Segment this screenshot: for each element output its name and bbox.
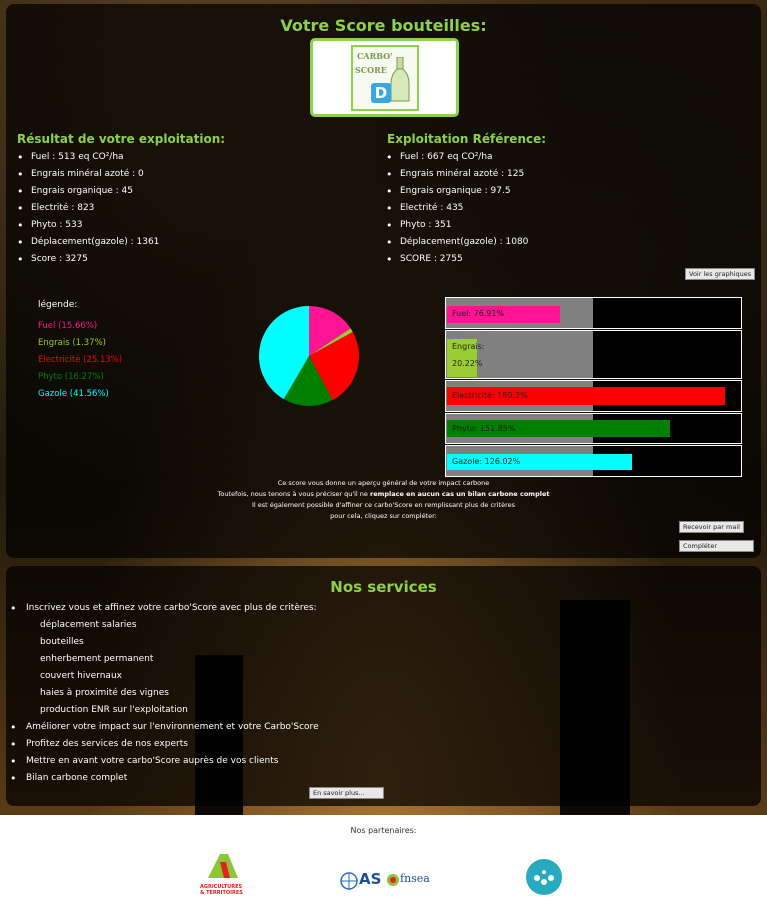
services-title: Nos services [330, 578, 437, 596]
bar-row: Phyto: 151.85% [445, 413, 742, 444]
as-fnsea-logo[interactable]: AS fnsea [340, 870, 430, 894]
show-charts-button[interactable]: Voir les graphiques [685, 268, 756, 280]
list-item: Phyto : 533 [17, 217, 159, 234]
list-item: Engrais minéral azoté : 125 [386, 166, 528, 183]
bar-row: Engrais: 20.22% [445, 330, 742, 379]
list-item: Engrais organique : 45 [17, 183, 159, 200]
legend-item: Electricité (25.13%) [38, 355, 123, 365]
legend-item: Gazole (41.56%) [38, 389, 109, 399]
note-text: Toutefois, nous tenons à vous préciser q… [217, 490, 370, 498]
legend-title: légende: [38, 300, 78, 310]
list-item: Electrité : 823 [17, 200, 159, 217]
partners-footer: Nos partenaires: AGRICULTURES & TERRITOI… [0, 815, 767, 908]
list-subitem: déplacement salaries [40, 620, 137, 630]
legend-item: Fuel (15.66%) [38, 321, 98, 331]
logo-text: SCORE [355, 65, 387, 75]
bar-label: Phyto: 151.85% [452, 424, 516, 433]
list-item: Engrais organique : 97.5 [386, 183, 528, 200]
note-emphasis: remplace en aucun cas un bilan carbone c… [369, 490, 550, 498]
note-line: pour cela, cliquez sur compléter: [330, 512, 437, 520]
score-grade: D [371, 83, 391, 103]
complete-button[interactable]: Compléter [679, 540, 754, 552]
network-icon [526, 859, 562, 895]
agricultures-territoires-logo[interactable]: AGRICULTURES & TERRITOIRES [200, 850, 250, 902]
bar-label: 20.22% [452, 359, 483, 368]
fnsea-text: fnsea [400, 872, 430, 885]
list-item: SCORE : 2755 [386, 251, 528, 268]
note-line: Ce score vous donne un aperçu général de… [277, 479, 490, 487]
globe-icon [340, 872, 358, 890]
learn-more-button[interactable]: En savoir plus... [309, 787, 384, 799]
list-item: Fuel : 513 eq CO²/ha [17, 149, 159, 166]
list-subitem: production ENR sur l'exploitation [40, 705, 188, 715]
legend-item: Engrais (1.37%) [38, 338, 106, 348]
list-item: Profitez des services de nos experts [10, 736, 319, 753]
list-subitem: couvert hivernaux [40, 671, 122, 681]
list-item: Phyto : 351 [386, 217, 528, 234]
list-item: Améliorer votre impact sur l'environneme… [10, 719, 319, 736]
note-line: Il est également possible d'affiner ce c… [252, 501, 515, 509]
chamber-logo-icon [208, 854, 238, 878]
bar-row: Electricité: 189.2% [445, 380, 742, 412]
list-subitem: enherbement permanent [40, 654, 154, 664]
list-item: Déplacement(gazole) : 1080 [386, 234, 528, 251]
bar-row: Gazole: 126.02% [445, 445, 742, 477]
list-item: Score : 3275 [17, 251, 159, 268]
bar-label: Electricité: 189.2% [452, 391, 528, 400]
ref-results-list: Fuel : 667 eq CO²/ha Engrais minéral azo… [386, 149, 528, 268]
partners-label: Nos partenaires: [350, 826, 417, 835]
receive-by-mail-button[interactable]: Recevoir par mail [679, 521, 744, 533]
own-title: Résultat de votre exploitation: [17, 132, 226, 146]
list-item: Mettre en avant votre carbo'Score auprès… [10, 753, 319, 770]
list-item: Engrais minéral azoté : 0 [17, 166, 159, 183]
own-results-list: Fuel : 513 eq CO²/ha Engrais minéral azo… [17, 149, 159, 268]
services-list: Inscrivez vous et affinez votre carbo'Sc… [10, 600, 319, 787]
carbo-score-logo: CARBO' SCORE D [310, 38, 459, 117]
list-item: Bilan carbone complet [10, 770, 319, 787]
logo-text: & TERRITOIRES [200, 890, 243, 896]
bar-row: Fuel: 76.91% [445, 297, 742, 329]
note-line: Toutefois, nous tenons à vous préciser q… [0, 489, 767, 500]
page-title: Votre Score bouteilles: [280, 16, 487, 35]
logo-badge: CARBO' SCORE D [351, 45, 419, 111]
list-item: Electrité : 435 [386, 200, 528, 217]
list-item: Déplacement(gazole) : 1361 [17, 234, 159, 251]
bar-label: Engrais: [452, 342, 485, 351]
leaf-icon [387, 874, 399, 886]
ref-title: Exploitation Référence: [387, 132, 547, 146]
bar-label: Fuel: 76.91% [452, 309, 505, 318]
list-subitem: bouteilles [40, 637, 84, 647]
bar-label: Gazole: 126.02% [452, 457, 521, 466]
partner-circle-logo[interactable] [525, 858, 563, 896]
as-text: AS [359, 870, 382, 888]
list-item: Inscrivez vous et affinez votre carbo'Sc… [10, 600, 319, 617]
legend-item: Phyto (16.27%) [38, 372, 104, 382]
list-subitem: haies à proximité des vignes [40, 688, 169, 698]
list-item: Fuel : 667 eq CO²/ha [386, 149, 528, 166]
pie-chart [259, 306, 359, 406]
